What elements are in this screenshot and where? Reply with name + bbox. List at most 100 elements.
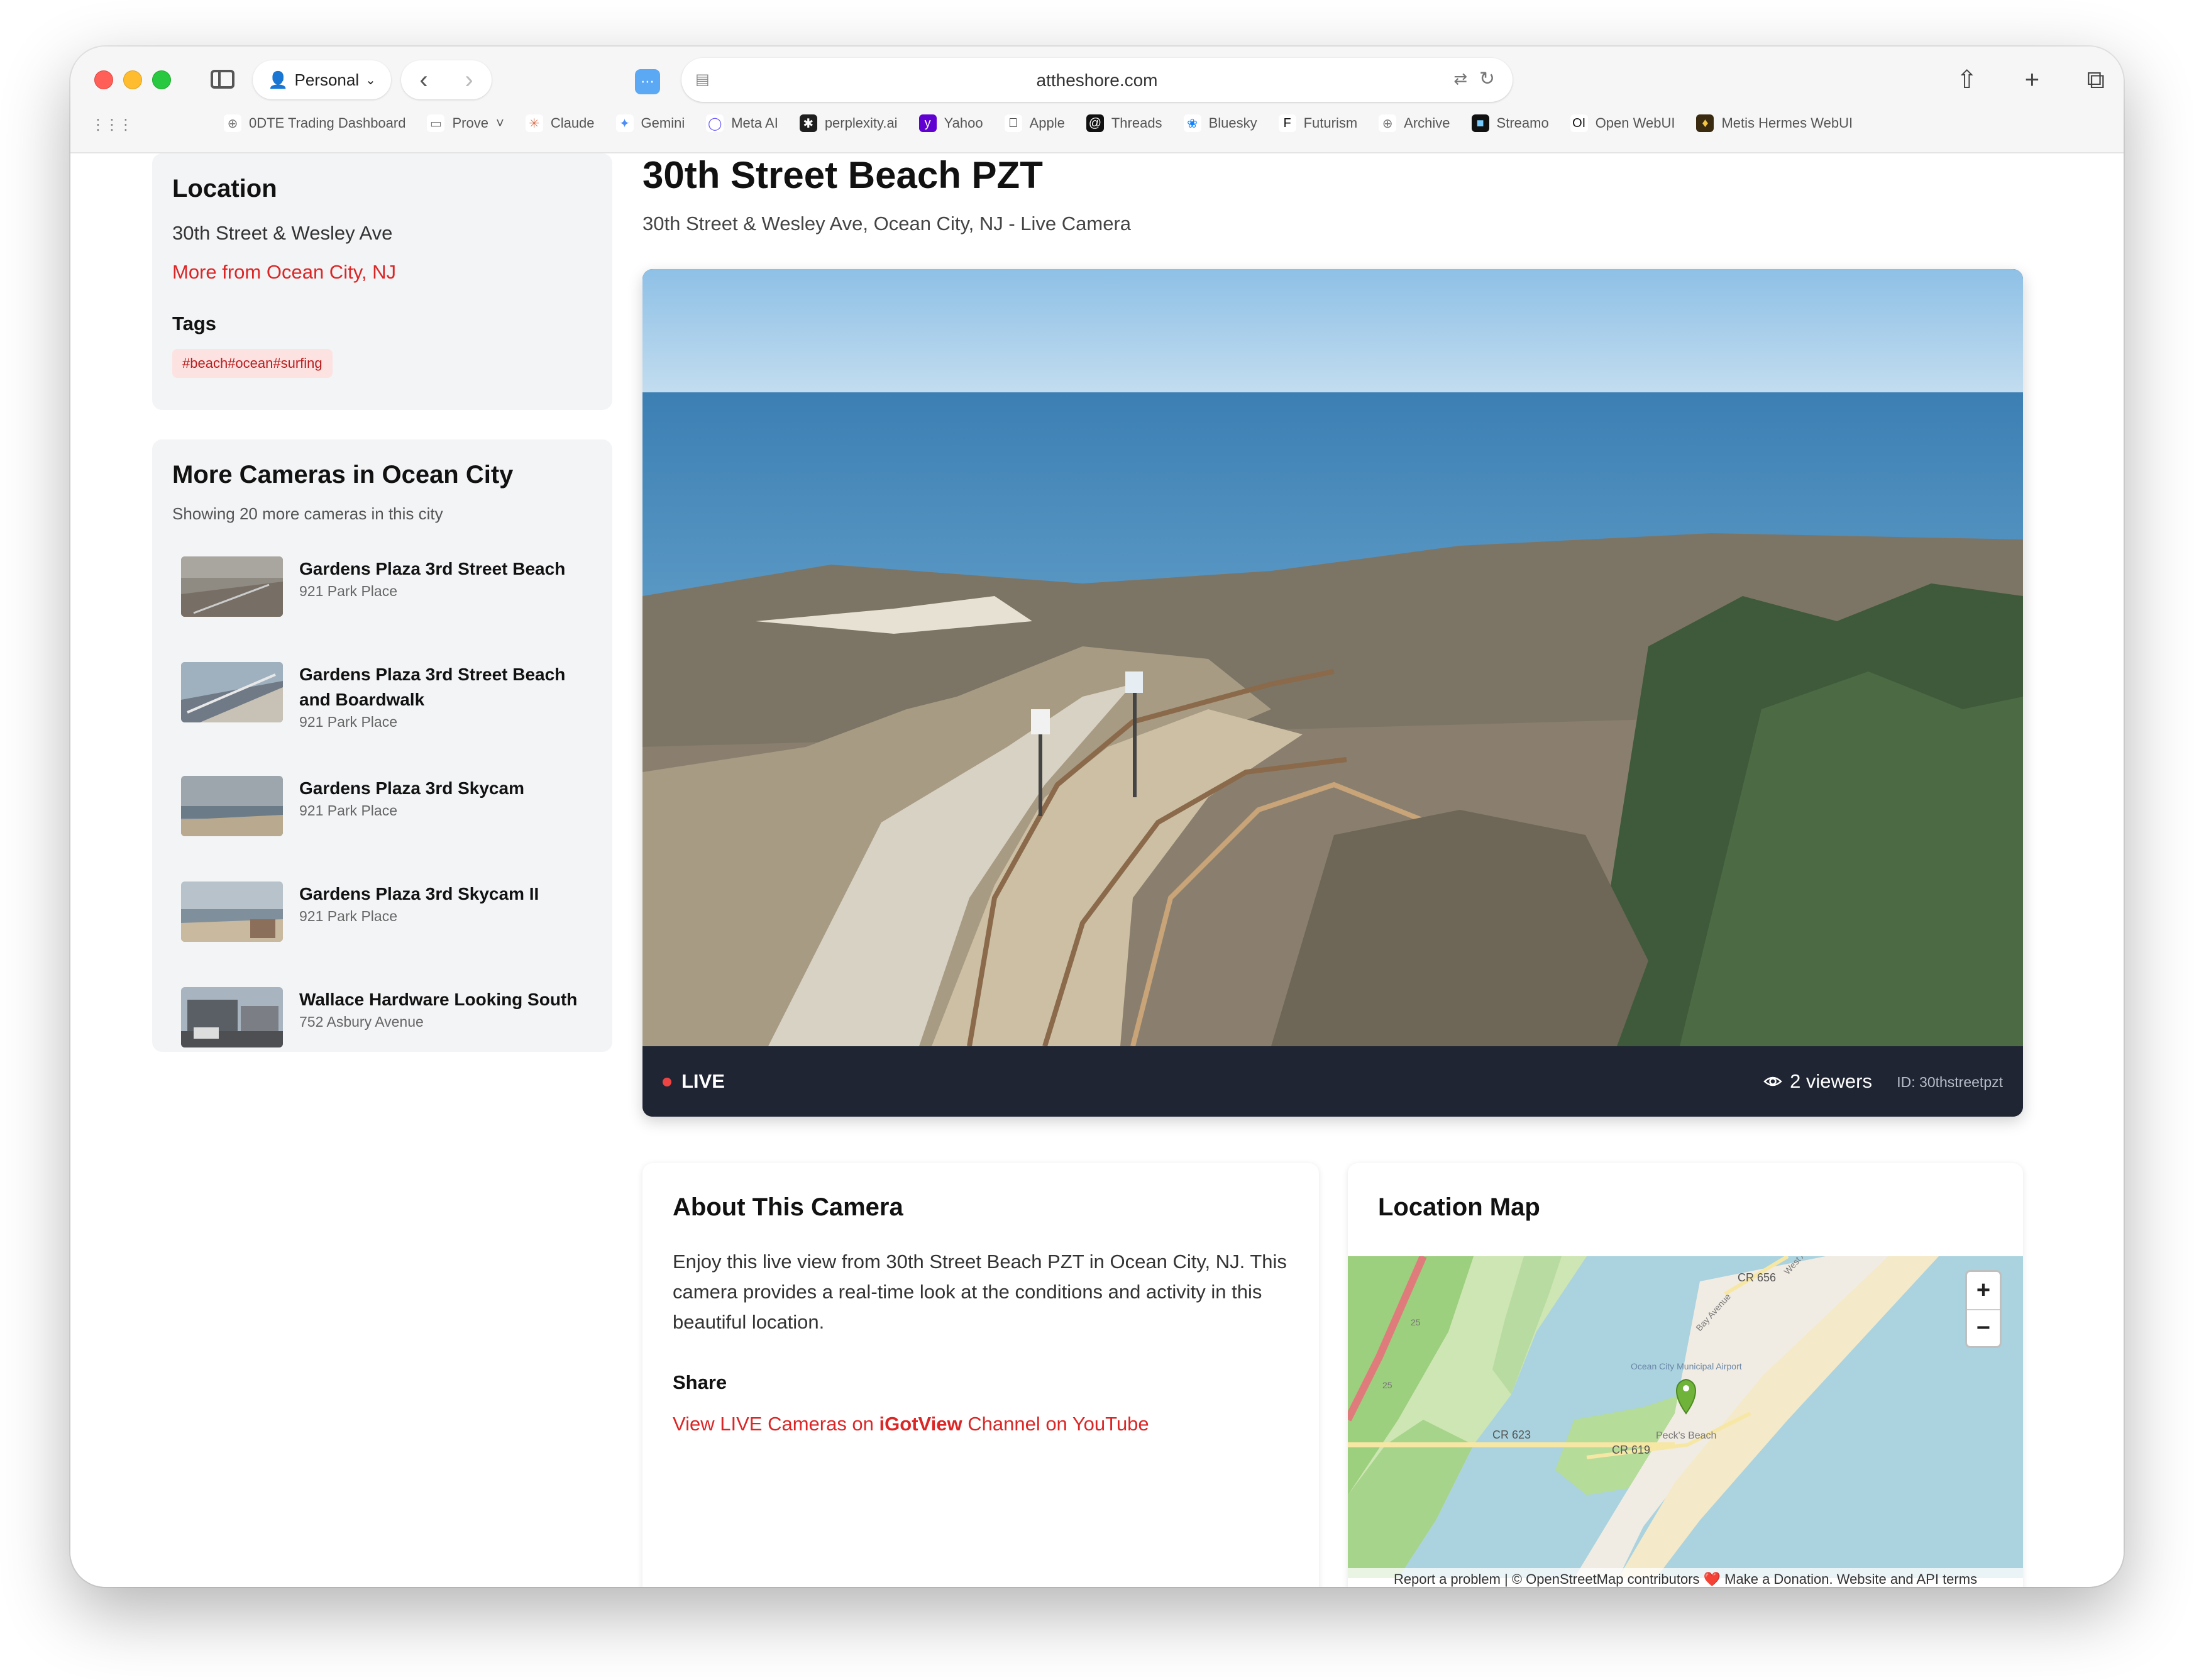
bookmark-item[interactable]: ⊕ 0DTE Trading Dashboard (224, 114, 405, 132)
bookmarks-bar: ⋮⋮⋮ ⊕ 0DTE Trading Dashboard ▭ Prove ˅ ✳ Claud… (70, 108, 2124, 142)
bookmark-label: Bluesky (1208, 115, 1257, 131)
bookmark-item[interactable]: ⊕ Archive (1379, 114, 1450, 132)
tags-heading: Tags (172, 312, 217, 334)
tab-overview-button-icon[interactable]: ⧉ (2087, 66, 2105, 94)
camera-list-item[interactable]: Wallace Hardware Looking South 752 Asbur… (172, 978, 592, 1056)
camera-thumbnail (181, 556, 283, 617)
bookmark-item[interactable]: ✳ Claude (525, 114, 595, 132)
streamo-icon: ■ (1471, 114, 1489, 132)
location-map-card: Location Map CR 656 Bay Avenue West Ave … (1348, 1163, 2023, 1587)
map-zoom-controls: + − (1965, 1270, 2002, 1348)
zoom-out-button[interactable]: − (1967, 1309, 2000, 1346)
profile-button[interactable]: 👤 Personal ⌄ (253, 60, 391, 99)
live-indicator-dot (663, 1078, 671, 1086)
bookmark-item[interactable]: ✱ perplexity.ai (799, 114, 898, 132)
map-heading: Location Map (1378, 1193, 1540, 1221)
camera-title: Gardens Plaza 3rd Street Beach (299, 559, 566, 578)
bookmark-item[interactable]: F Futurism (1278, 114, 1357, 132)
share-icon[interactable]: ⇧ (1956, 65, 1978, 94)
map-attribution[interactable]: Report a problem | © OpenStreetMap contr… (1348, 1568, 2023, 1587)
bookmark-item[interactable]: ▭ Prove ˅ (427, 114, 504, 132)
page-content: Location 30th Street & Wesley Ave More f… (70, 153, 2124, 1587)
futurism-icon: F (1278, 114, 1296, 132)
location-map[interactable]: CR 656 Bay Avenue West Ave Ocean City Mu… (1348, 1256, 2023, 1578)
more-cameras-heading: More Cameras in Ocean City (172, 461, 514, 489)
more-from-city-link[interactable]: More from Ocean City, NJ (172, 261, 592, 284)
camera-list-item[interactable]: Gardens Plaza 3rd Skycam II 921 Park Pla… (172, 873, 592, 951)
globe-icon: ⊕ (224, 114, 241, 132)
profile-label: Personal (294, 70, 360, 89)
sidebar-toggle-button[interactable] (200, 62, 245, 97)
tab-overview-icon[interactable]: ⋯ (635, 69, 660, 94)
camera-thumbnail (181, 987, 283, 1047)
bookmark-label: Yahoo (944, 115, 983, 131)
live-camera-feed[interactable] (642, 269, 2023, 1046)
chevron-down-icon: ˅ (495, 115, 504, 131)
navigation-buttons: ‹ › (401, 60, 492, 99)
bookmark-item[interactable]: ✦ Gemini (615, 114, 685, 132)
apps-grid-icon[interactable]: ⋮⋮⋮ (91, 116, 133, 134)
map-label: 25 (1382, 1380, 1392, 1390)
bookmark-item[interactable]: y Yahoo (918, 114, 983, 132)
toolbar-right-buttons: ⇧ + ⧉ (1956, 60, 2105, 99)
address-bar[interactable]: ▤ attheshore.com ⇄ ↻ (681, 58, 1513, 102)
map-label: Peck's Beach (1656, 1430, 1716, 1441)
bookmark-label: Gemini (641, 115, 685, 131)
camera-thumbnail (181, 662, 283, 722)
zoom-in-button[interactable]: + (1967, 1272, 2000, 1309)
bookmark-item[interactable]: ■ Streamo (1471, 114, 1549, 132)
bookmark-item[interactable]: ♦ Metis Hermes WebUI (1696, 114, 1853, 132)
bookmark-label: Streamo (1496, 115, 1549, 131)
about-camera-card: About This Camera Enjoy this live view f… (642, 1163, 1319, 1587)
camera-address: 752 Asbury Avenue (299, 1014, 424, 1030)
tag-pill[interactable]: #beach#ocean#surfing (172, 349, 333, 378)
youtube-link-prefix: View LIVE Cameras on (673, 1413, 879, 1435)
back-button[interactable]: ‹ (419, 66, 427, 94)
bookmark-item[interactable]:  Apple (1004, 114, 1065, 132)
share-heading: Share (673, 1371, 727, 1393)
bookmark-item[interactable]: ◯ Meta AI (706, 114, 778, 132)
camera-title: Gardens Plaza 3rd Street Beach and Board… (299, 665, 566, 709)
bookmark-label: Threads (1111, 115, 1162, 131)
url-text: attheshore.com (1036, 70, 1158, 90)
bookmark-label: Apple (1029, 115, 1065, 131)
camera-list-item[interactable]: Gardens Plaza 3rd Street Beach 921 Park … (172, 548, 592, 626)
bookmark-item[interactable]: ❀ Bluesky (1183, 114, 1257, 132)
youtube-channel-link[interactable]: View LIVE Cameras on iGotView Channel on… (673, 1413, 1149, 1435)
camera-id: ID: 30thstreetpzt (1897, 1074, 2003, 1090)
camera-address: 921 Park Place (299, 583, 397, 599)
player-status-bar: LIVE 2 viewers ID: 30thstreetpzt (642, 1046, 2023, 1117)
live-camera-player[interactable]: LIVE 2 viewers ID: 30thstreetpzt (642, 269, 2023, 1117)
camera-address: 921 Park Place (299, 908, 397, 924)
yahoo-icon: y (918, 114, 937, 132)
new-tab-icon[interactable]: + (2025, 66, 2039, 94)
perplexity-icon: ✱ (799, 114, 817, 132)
about-heading: About This Camera (673, 1193, 903, 1221)
camera-title: Gardens Plaza 3rd Skycam II (299, 884, 539, 904)
page-subtitle: 30th Street & Wesley Ave, Ocean City, NJ… (642, 213, 1132, 235)
forward-button[interactable]: › (465, 66, 473, 94)
bookmark-item[interactable]: @ Threads (1086, 114, 1162, 132)
bookmark-label: Prove (452, 115, 488, 131)
camera-address: 921 Park Place (299, 802, 397, 819)
meta-ai-icon: ◯ (706, 114, 724, 132)
location-address: 30th Street & Wesley Ave (172, 222, 393, 244)
bookmark-label: Claude (550, 115, 595, 131)
translate-icon[interactable]: ⇄ (1453, 69, 1467, 89)
zoom-window-button[interactable] (152, 70, 171, 89)
minimize-window-button[interactable] (123, 70, 142, 89)
viewer-count-text: 2 viewers (1790, 1070, 1872, 1092)
reload-icon[interactable]: ↻ (1479, 68, 1495, 90)
camera-list-item[interactable]: Gardens Plaza 3rd Skycam 921 Park Place (172, 767, 592, 845)
youtube-link-brand: iGotView (879, 1413, 962, 1435)
eye-icon (1763, 1076, 1782, 1086)
camera-list-item[interactable]: Gardens Plaza 3rd Street Beach and Board… (172, 653, 592, 739)
close-window-button[interactable] (94, 70, 113, 89)
youtube-link-suffix: Channel on YouTube (962, 1413, 1149, 1435)
sidebar-icon (211, 70, 234, 89)
bookmark-label: Open WebUI (1595, 115, 1675, 131)
location-card: Location 30th Street & Wesley Ave More f… (152, 153, 612, 410)
chevron-down-icon: ⌄ (365, 73, 376, 87)
page-title: 30th Street Beach PZT (642, 154, 1043, 196)
bookmark-item[interactable]: OI Open WebUI (1570, 114, 1675, 132)
